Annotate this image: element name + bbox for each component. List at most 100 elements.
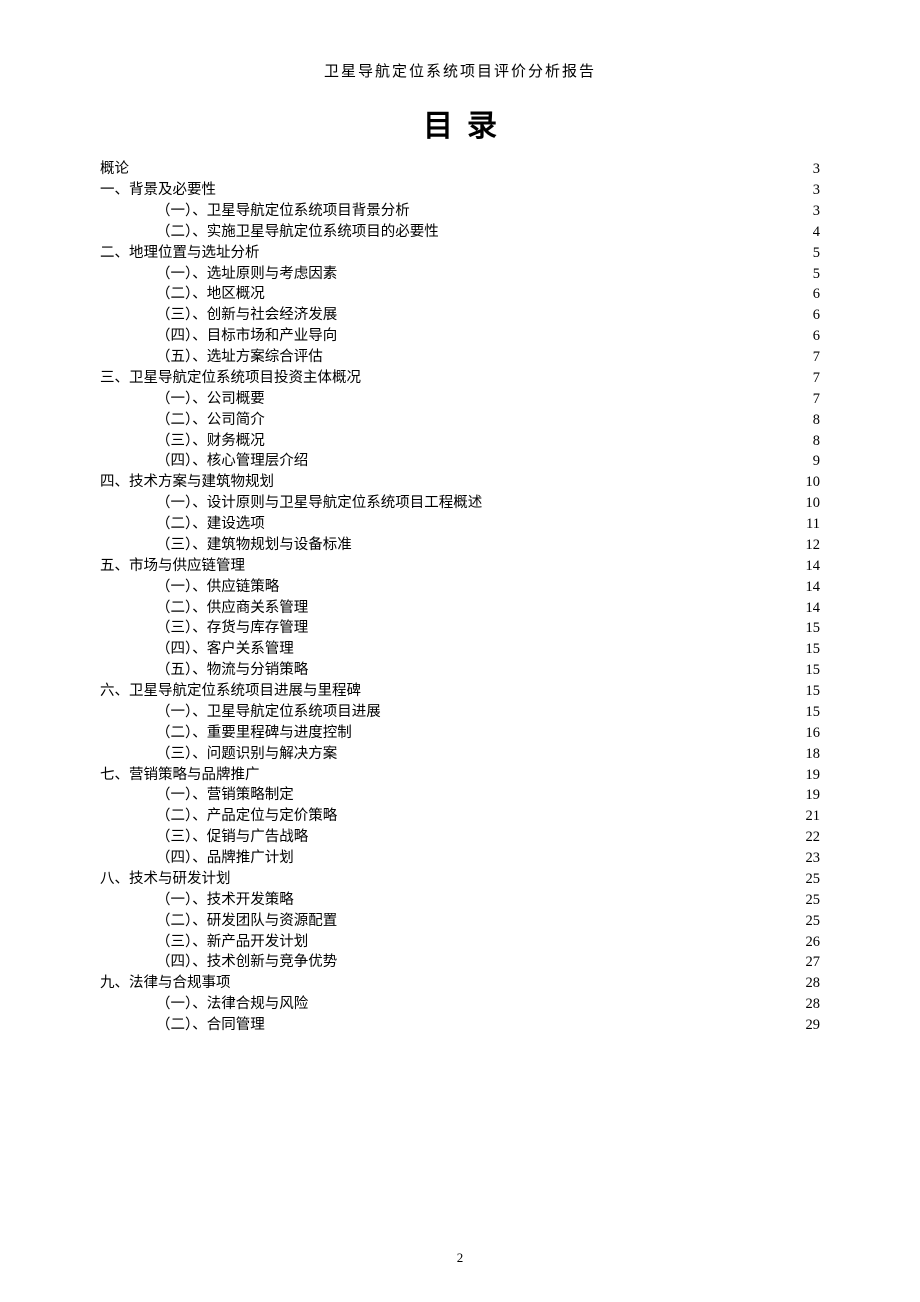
- toc-entry-label: （五）、选址方案综合评估: [156, 350, 323, 365]
- toc-entry[interactable]: （五）、选址方案综合评估 7: [100, 347, 820, 368]
- toc-entry-page: 7: [800, 350, 820, 365]
- toc-entry[interactable]: （二）、重要里程碑与进度控制 16: [100, 723, 820, 744]
- toc-entry-page: 10: [800, 475, 820, 490]
- toc-entry[interactable]: 六、卫星导航定位系统项目进展与里程碑15: [100, 681, 820, 702]
- toc-entry-page: 12: [800, 538, 820, 553]
- toc-entry[interactable]: （一）、卫星导航定位系统项目背景分析3: [100, 201, 820, 222]
- toc-entry-label: （二）、重要里程碑与进度控制: [156, 726, 352, 741]
- toc-entry[interactable]: （四）、目标市场和产业导向6: [100, 326, 820, 347]
- toc-entry[interactable]: （一）、卫星导航定位系统项目进展15: [100, 702, 820, 723]
- toc-entry-page: 28: [800, 976, 820, 991]
- toc-entry[interactable]: （三）、新产品开发计划 26: [100, 931, 820, 952]
- toc-entry-label: （三）、存货与库存管理: [156, 621, 308, 636]
- toc-entry[interactable]: （一）、选址原则与考虑因素 5: [100, 263, 820, 284]
- toc-entry[interactable]: （二）、公司简介 8: [100, 410, 820, 431]
- toc-entry-label: （一）、公司概要: [156, 392, 265, 407]
- toc-entry[interactable]: 三、卫星导航定位系统项目投资主体概况7: [100, 368, 820, 389]
- toc-entry[interactable]: （一）、设计原则与卫星导航定位系统项目工程概述10: [100, 493, 820, 514]
- toc-entry-label: 七、营销策略与品牌推广: [100, 768, 260, 783]
- toc-entry[interactable]: （三）、问题识别与解决方案18: [100, 744, 820, 765]
- toc-entry[interactable]: 七、营销策略与品牌推广 19: [100, 764, 820, 785]
- toc-entry[interactable]: （二）、产品定位与定价策略21: [100, 806, 820, 827]
- toc-entry[interactable]: 五、市场与供应链管理14: [100, 556, 820, 577]
- toc-entry[interactable]: （四）、客户关系管理 15: [100, 639, 820, 660]
- toc-entry-label: （一）、法律合规与风险: [156, 997, 308, 1012]
- toc-entry[interactable]: 概论 3: [100, 159, 820, 180]
- toc-entry-label: （四）、核心管理层介绍: [156, 454, 308, 469]
- toc-entry-label: （一）、供应链策略: [156, 580, 279, 595]
- toc-entry-page: 3: [800, 204, 820, 219]
- toc-entry[interactable]: （四）、核心管理层介绍 9: [100, 451, 820, 472]
- toc-entry-page: 15: [800, 621, 820, 636]
- toc-entry-label: 一、背景及必要性: [100, 183, 216, 198]
- toc-entry-label: （二）、实施卫星导航定位系统项目的必要性: [156, 225, 439, 240]
- toc-entry[interactable]: （五）、物流与分销策略15: [100, 660, 820, 681]
- toc-entry[interactable]: （三）、建筑物规划与设备标准 12: [100, 535, 820, 556]
- toc-entry-label: （四）、目标市场和产业导向: [156, 329, 337, 344]
- toc-entry[interactable]: 二、地理位置与选址分析 5: [100, 243, 820, 264]
- toc-entry-page: 7: [800, 392, 820, 407]
- toc-entry-page: 22: [800, 830, 820, 845]
- toc-entry-page: 11: [800, 517, 820, 532]
- toc-entry-page: 9: [800, 454, 820, 469]
- toc-entry-page: 5: [800, 246, 820, 261]
- toc-entry[interactable]: （三）、存货与库存管理 15: [100, 618, 820, 639]
- toc-entry-page: 23: [800, 851, 820, 866]
- toc-entry-page: 3: [800, 162, 820, 177]
- toc-entry[interactable]: （二）、实施卫星导航定位系统项目的必要性4: [100, 222, 820, 243]
- document-header: 卫星导航定位系统项目评价分析报告: [100, 60, 820, 81]
- toc-entry-page: 3: [800, 183, 820, 198]
- toc-entry[interactable]: （二）、合同管理29: [100, 1015, 820, 1036]
- toc-entry-label: （二）、产品定位与定价策略: [156, 809, 337, 824]
- toc-entry-label: （二）、公司简介: [156, 413, 265, 428]
- toc-entry-page: 6: [800, 287, 820, 302]
- toc-entry[interactable]: （二）、研发团队与资源配置25: [100, 911, 820, 932]
- toc-entry-label: （二）、地区概况: [156, 287, 265, 302]
- toc-entry[interactable]: （一）、法律合规与风险 28: [100, 994, 820, 1015]
- toc-entry-page: 7: [800, 371, 820, 386]
- toc-entry-label: （一）、选址原则与考虑因素: [156, 267, 337, 282]
- toc-entry[interactable]: 九、法律与合规事项28: [100, 973, 820, 994]
- toc-entry-page: 16: [800, 726, 820, 741]
- toc-entry-page: 14: [800, 580, 820, 595]
- toc-entry[interactable]: （二）、供应商关系管理14: [100, 597, 820, 618]
- toc-entry-page: 18: [800, 747, 820, 762]
- toc-entry-label: （四）、客户关系管理: [156, 642, 294, 657]
- toc-entry-page: 8: [800, 434, 820, 449]
- toc-entry-label: （一）、卫星导航定位系统项目进展: [156, 705, 381, 720]
- toc-entry-label: 六、卫星导航定位系统项目进展与里程碑: [100, 684, 361, 699]
- toc-entry-label: （三）、建筑物规划与设备标准: [156, 538, 352, 553]
- toc-entry-label: 二、地理位置与选址分析: [100, 246, 260, 261]
- toc-entry[interactable]: （二）、地区概况 6: [100, 284, 820, 305]
- toc-entry-page: 28: [800, 997, 820, 1012]
- toc-entry[interactable]: 一、背景及必要性 3: [100, 180, 820, 201]
- toc-entry-label: 八、技术与研发计划: [100, 872, 231, 887]
- toc-entry-label: （二）、研发团队与资源配置: [156, 914, 337, 929]
- toc-title: 目录: [100, 101, 820, 145]
- toc-entry-page: 15: [800, 642, 820, 657]
- toc-entry[interactable]: （一）、营销策略制定19: [100, 785, 820, 806]
- toc-entry-label: （四）、品牌推广计划: [156, 851, 294, 866]
- toc-entry[interactable]: （三）、财务概况8: [100, 430, 820, 451]
- toc-entry[interactable]: （四）、品牌推广计划 23: [100, 848, 820, 869]
- toc-entry-page: 26: [800, 935, 820, 950]
- toc-entry-label: 概论: [100, 162, 129, 177]
- toc-entry[interactable]: （三）、促销与广告战略22: [100, 827, 820, 848]
- toc-entry[interactable]: （一）、供应链策略 14: [100, 577, 820, 598]
- toc-entry-label: （三）、新产品开发计划: [156, 935, 308, 950]
- toc-entry[interactable]: （二）、建设选项 11: [100, 514, 820, 535]
- toc-entry-label: （四）、技术创新与竞争优势: [156, 955, 337, 970]
- toc-entry-label: （一）、技术开发策略: [156, 893, 294, 908]
- toc-entry-label: （二）、建设选项: [156, 517, 265, 532]
- toc-entry-page: 25: [800, 872, 820, 887]
- toc-entry-page: 5: [800, 267, 820, 282]
- toc-entry[interactable]: （三）、创新与社会经济发展6: [100, 305, 820, 326]
- toc-entry[interactable]: （一）、技术开发策略25: [100, 890, 820, 911]
- toc-entry[interactable]: （一）、公司概要 7: [100, 389, 820, 410]
- toc-entry[interactable]: 四、技术方案与建筑物规划10: [100, 472, 820, 493]
- toc-entry-page: 10: [800, 496, 820, 511]
- toc-entry[interactable]: 八、技术与研发计划 25: [100, 869, 820, 890]
- toc-entry[interactable]: （四）、技术创新与竞争优势27: [100, 952, 820, 973]
- toc-entry-page: 19: [800, 768, 820, 783]
- toc-entry-page: 8: [800, 413, 820, 428]
